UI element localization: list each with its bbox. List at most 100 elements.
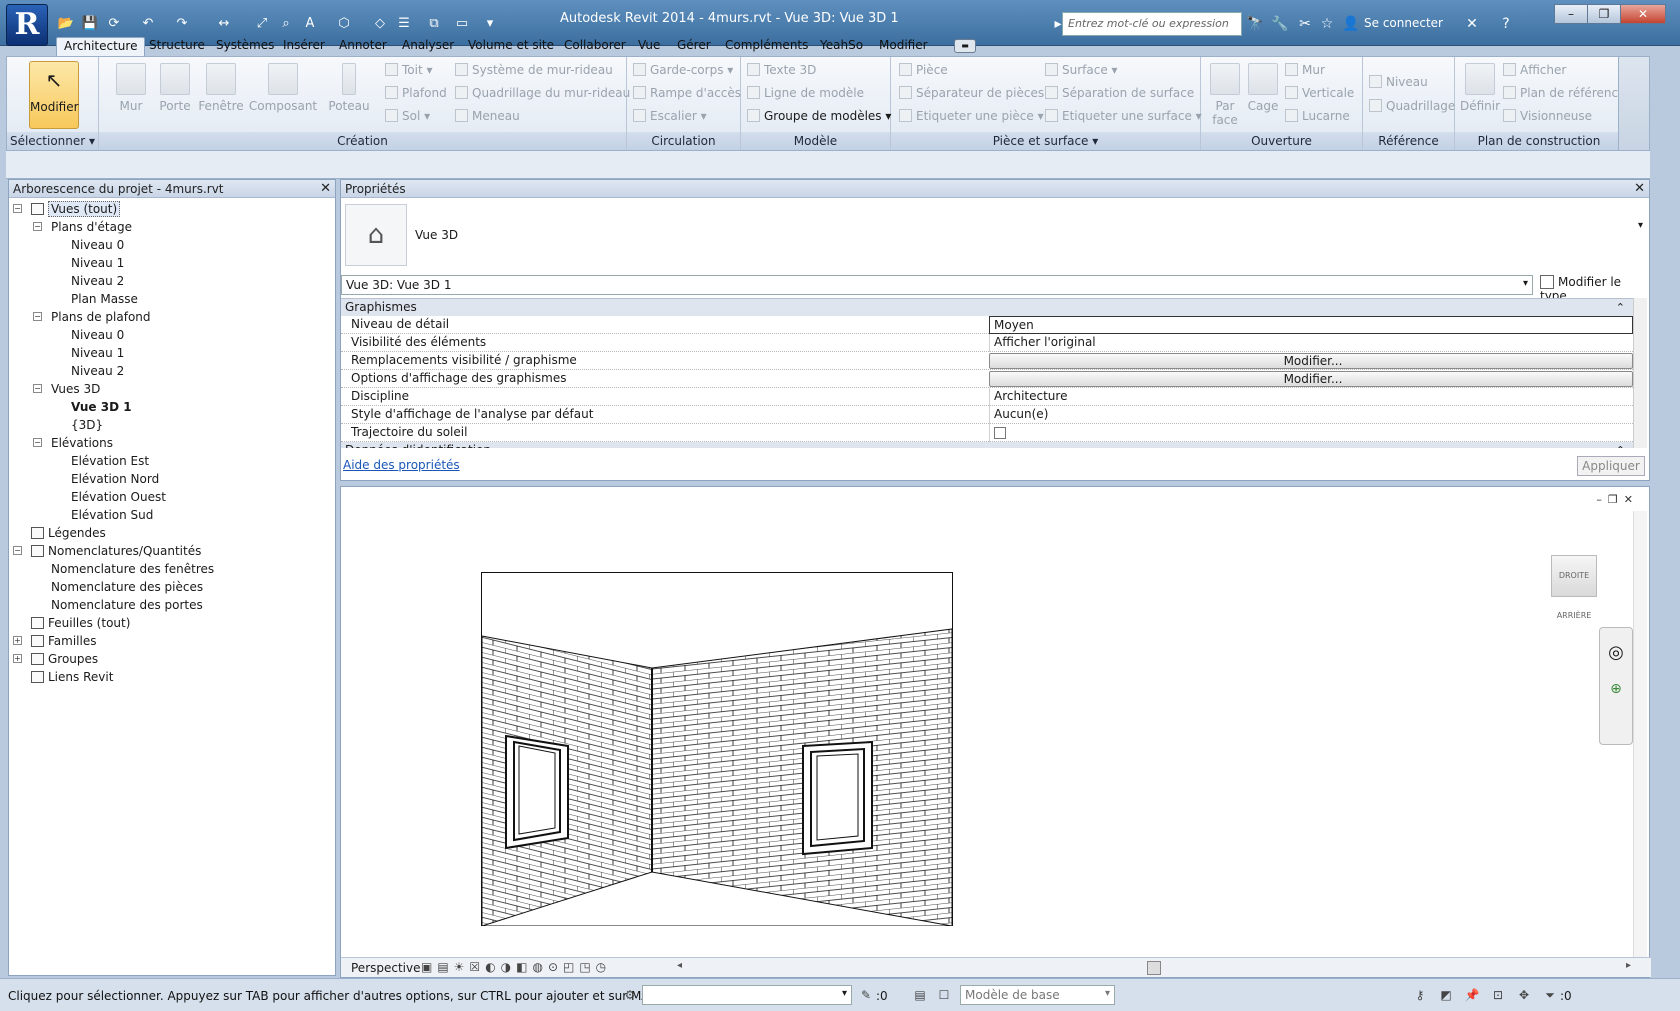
tree-expander[interactable]: − [33, 438, 42, 447]
window-button[interactable]: Fenêtre [195, 63, 247, 113]
property-edit-button[interactable]: Modifier... [989, 353, 1633, 369]
view-control-icons[interactable]: ▣▤☀☒◐◑◧◍⊙◰◳◷ [421, 960, 611, 974]
text-icon[interactable]: A [300, 14, 320, 34]
dimension-icon[interactable]: ⤢ [252, 14, 272, 34]
binoculars-icon[interactable]: 🔭 [1245, 14, 1265, 34]
model-text-button[interactable]: Texte 3D [747, 63, 816, 81]
set-workplane-button[interactable]: Définir [1459, 63, 1501, 113]
tree-expander[interactable]: + [13, 654, 22, 663]
grid-button[interactable]: Quadrillage [1369, 99, 1455, 117]
view-window-controls[interactable]: –❐✕ [1596, 493, 1639, 506]
tab-addins[interactable]: Compléments [718, 37, 815, 56]
column-button[interactable]: Poteau [323, 63, 375, 113]
measure-icon[interactable]: ↔ [214, 14, 234, 34]
zoom-icon[interactable]: ⊕ [1600, 681, 1632, 697]
property-group-header[interactable]: Graphismes ⌃ [341, 299, 1633, 316]
tab-manage[interactable]: Gérer [670, 37, 718, 56]
select-underlay-icon[interactable]: ◩ [1438, 987, 1454, 1003]
design-option-select[interactable]: Modèle de base ▾ [960, 985, 1115, 1005]
curtain-system-button[interactable]: Système de mur-rideau [455, 63, 613, 81]
property-value[interactable]: Moyen [989, 316, 1633, 334]
roof-button[interactable]: Toit ▾ [385, 63, 433, 81]
viewer-button[interactable]: Visionneuse [1503, 109, 1592, 127]
railing-button[interactable]: Garde-corps ▾ [633, 63, 733, 81]
scroll-right-icon[interactable]: ▸ [1626, 960, 1631, 971]
tree-item[interactable]: Plans d'étage [51, 218, 132, 236]
shaft-button[interactable]: Cage [1245, 63, 1281, 113]
tree-item[interactable]: Familles [31, 632, 96, 650]
workset-select[interactable]: ▾ [642, 985, 852, 1005]
steering-wheel-icon[interactable]: ◎ [1600, 642, 1632, 663]
tab-analyze[interactable]: Analyser [395, 37, 461, 56]
subscription-icon[interactable]: 🔧 [1270, 14, 1290, 34]
checkbox[interactable] [994, 427, 1006, 439]
favorites-icon[interactable]: ☆ [1317, 14, 1337, 34]
sign-in-link[interactable]: Se connecter [1364, 16, 1443, 30]
tree-expander[interactable]: − [33, 222, 42, 231]
modify-button[interactable]: ↖ Modifier [29, 61, 79, 129]
panel-room-area-title[interactable]: Pièce et surface ▾ [891, 132, 1200, 150]
tab-collaborate[interactable]: Collaborer [557, 37, 633, 56]
tree-item[interactable]: Niveau 0 [71, 236, 124, 254]
close-hidden-icon[interactable]: ⧉ [424, 14, 444, 34]
tab-insert[interactable]: Insérer [276, 37, 332, 56]
close-icon[interactable]: ✕ [1634, 181, 1645, 196]
collapse-icon[interactable]: ⌃ [1616, 442, 1625, 448]
restore-button[interactable]: ❐ [1587, 4, 1621, 24]
apply-button[interactable]: Appliquer [1577, 456, 1645, 476]
property-edit-button[interactable]: Modifier... [989, 371, 1633, 387]
wall-button[interactable]: Mur [111, 63, 151, 113]
navigation-bar[interactable]: ◎ ⊕ [1599, 627, 1633, 745]
redo-icon[interactable]: ↷ [172, 14, 192, 34]
tree-item[interactable]: Niveau 1 [71, 254, 124, 272]
tab-modify[interactable]: Modifier [872, 37, 935, 56]
instance-filter-select[interactable]: Vue 3D: Vue 3D 1 ▾ [341, 275, 1533, 295]
dormer-button[interactable]: Lucarne [1285, 109, 1350, 127]
properties-scrollbar[interactable] [1633, 298, 1647, 448]
by-face-button[interactable]: Par face [1207, 63, 1243, 127]
tag-area-button[interactable]: Etiqueter une surface ▾ [1045, 109, 1202, 127]
property-group-header[interactable]: Données d'identification ⌃ [341, 442, 1633, 448]
tree-item[interactable]: Elévation Nord [71, 470, 159, 488]
close-icon[interactable]: ✕ [320, 181, 331, 196]
property-value[interactable]: Afficher l'original [989, 334, 1633, 352]
tree-item[interactable]: Vue 3D 1 [71, 398, 132, 416]
tree-expander[interactable]: + [13, 636, 22, 645]
property-checkbox-cell[interactable] [989, 424, 1633, 442]
floor-button[interactable]: Sol ▾ [385, 109, 430, 127]
view-vertical-scrollbar[interactable] [1633, 511, 1647, 957]
view-window[interactable]: –❐✕ DROITE ARRIÈRE ◎ ⊕ Perspective ▣▤☀☒◐… [340, 486, 1651, 978]
sync-icon[interactable]: ⟳ [104, 14, 124, 34]
tree-item[interactable]: Nomenclature des fenêtres [51, 560, 214, 578]
horizontal-scroll-thumb[interactable] [1147, 961, 1161, 975]
select-pinned-icon[interactable]: 📌 [1464, 987, 1480, 1003]
undo-icon[interactable]: ↶ [138, 14, 158, 34]
model-group-button[interactable]: Groupe de modèles ▾ [747, 109, 891, 127]
tab-yeahso[interactable]: YeahSo [813, 37, 870, 56]
curtain-grid-button[interactable]: Quadrillage du mur-rideau [455, 86, 630, 104]
tree-item[interactable]: Plan Masse [71, 290, 138, 308]
area-boundary-button[interactable]: Séparation de surface [1045, 86, 1194, 104]
level-button[interactable]: Niveau [1369, 75, 1428, 93]
tree-item[interactable]: {3D} [71, 416, 103, 434]
tree-item[interactable]: Feuilles (tout) [31, 614, 130, 632]
tab-annotate[interactable]: Annoter [332, 37, 394, 56]
3d-view-icon[interactable]: ⬡ [334, 14, 354, 34]
vertical-opening-button[interactable]: Verticale [1285, 86, 1354, 104]
collapse-icon[interactable]: ⌃ [1616, 299, 1625, 316]
tree-item[interactable]: Nomenclature des pièces [51, 578, 203, 596]
ramp-button[interactable]: Rampe d'accès [633, 86, 741, 104]
thin-lines-icon[interactable]: ☰ [394, 14, 414, 34]
viewcube[interactable]: DROITE ARRIÈRE [1551, 555, 1597, 620]
tree-item[interactable]: Elévations [51, 434, 113, 452]
tree-expander[interactable]: − [33, 312, 42, 321]
door-button[interactable]: Porte [155, 63, 195, 113]
infocenter-search-input[interactable]: Entrez mot-clé ou expression [1062, 12, 1242, 36]
open-icon[interactable]: 📂 [56, 14, 76, 34]
tree-item[interactable]: Niveau 0 [71, 326, 124, 344]
help-icon[interactable]: ? [1496, 14, 1516, 34]
model-line-button[interactable]: Ligne de modèle [747, 86, 864, 104]
type-selector-dropdown-icon[interactable]: ▾ [1638, 220, 1643, 231]
ribbon-minimize-icon[interactable]: ▬ [954, 39, 976, 53]
filter-icon[interactable]: ⏷ [1542, 987, 1558, 1003]
